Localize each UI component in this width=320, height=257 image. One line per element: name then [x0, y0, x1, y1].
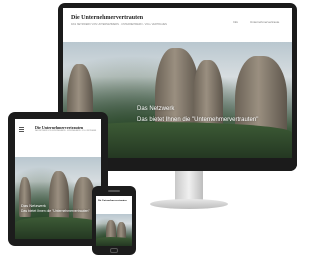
desktop-nav-item-info[interactable]: Info: [233, 20, 238, 24]
tablet-site-title[interactable]: Die Unternehmervertrauten: [35, 125, 83, 130]
tablet-site-tagline: DAS NETZWERK VON UNTERNEHMERN · UNTERNEH…: [35, 131, 97, 132]
tablet-screen: Die Unternehmervertrauten DAS NETZWERK V…: [15, 119, 101, 239]
phone-speaker: [108, 190, 120, 192]
tablet-site-header: Die Unternehmervertrauten DAS NETZWERK V…: [15, 119, 101, 155]
tablet-hero-line1: Das Netzwerk: [21, 203, 46, 208]
forest: [15, 217, 101, 239]
desktop-site-tagline: DAS NETZWERK VON UNTERNEHMERN · UNTERNEH…: [71, 23, 167, 26]
desktop-site-header: Die Unternehmervertrauten DAS NETZWERK V…: [63, 8, 292, 42]
phone-home-button[interactable]: [110, 248, 118, 253]
phone-site-title[interactable]: Die Unternehmervertrauten: [98, 199, 127, 202]
hamburger-menu-icon[interactable]: [19, 127, 24, 132]
desktop-hero-line2: Das bietet Ihnen die "Unternehmervertrau…: [137, 117, 259, 123]
monitor-stand-base: [150, 199, 228, 209]
tablet-hero-image: Das Netzwerk Das bietet Ihnen die "Unter…: [15, 157, 101, 239]
rock-formation: [49, 171, 69, 221]
forest: [96, 237, 132, 246]
phone-screen: Die Unternehmervertrauten: [96, 196, 132, 246]
phone-hero-image: [96, 214, 132, 246]
phone-site-header: Die Unternehmervertrauten: [96, 196, 132, 210]
desktop-site-title[interactable]: Die Unternehmervertrauten: [71, 15, 143, 21]
tablet-hero-line2: Das bietet Ihnen die "Unternehmervertrau…: [21, 209, 90, 213]
monitor-stand-neck: [175, 171, 203, 201]
desktop-hero-line1: Das Netzwerk: [137, 106, 175, 112]
desktop-nav-item-unternehmervertraute[interactable]: Unternehmervertraute: [250, 20, 279, 24]
